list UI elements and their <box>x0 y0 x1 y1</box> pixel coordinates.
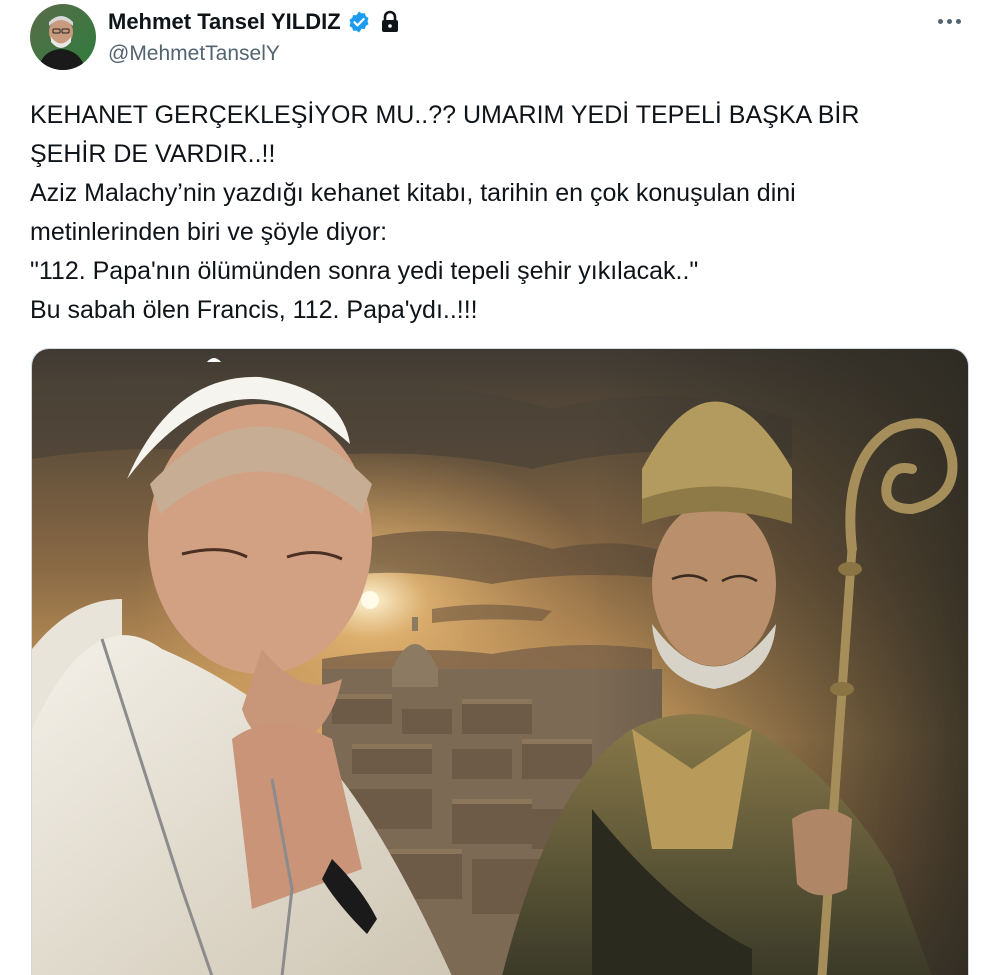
author-display-name[interactable]: Mehmet Tansel YILDIZ <box>108 9 341 35</box>
tweet-text-line: "112. Papa'nın ölümünden sonra yedi tepe… <box>30 257 699 285</box>
tweet-text-line: ŞEHİR DE VARDIR..!! <box>30 140 276 168</box>
lock-icon <box>379 10 401 34</box>
tweet-text-line: Aziz Malachy’nin yazdığı kehanet kitabı,… <box>30 179 796 207</box>
author-name-row: Mehmet Tansel YILDIZ <box>108 8 401 36</box>
more-options-button[interactable] <box>932 8 966 34</box>
tweet-text-line: KEHANET GERÇEKLEŞİYOR MU..?? UMARIM YEDİ… <box>30 101 860 129</box>
author-avatar[interactable] <box>30 4 96 70</box>
tweet-text-line: Bu sabah ölen Francis, 112. Papa'ydı..!!… <box>30 296 478 324</box>
more-dots-icon <box>937 18 943 24</box>
tweet-text: KEHANET GERÇEKLEŞİYOR MU..?? UMARIM YEDİ… <box>30 96 960 330</box>
tweet: Mehmet Tansel YILDIZ @MehmetTanselY KEHA… <box>0 0 1000 975</box>
tweet-text-line: metinlerinden biri ve şöyle diyor: <box>30 218 388 246</box>
author-handle[interactable]: @MehmetTanselY <box>108 42 280 66</box>
verified-badge-icon[interactable] <box>347 10 371 34</box>
tweet-media-image[interactable] <box>31 348 969 975</box>
